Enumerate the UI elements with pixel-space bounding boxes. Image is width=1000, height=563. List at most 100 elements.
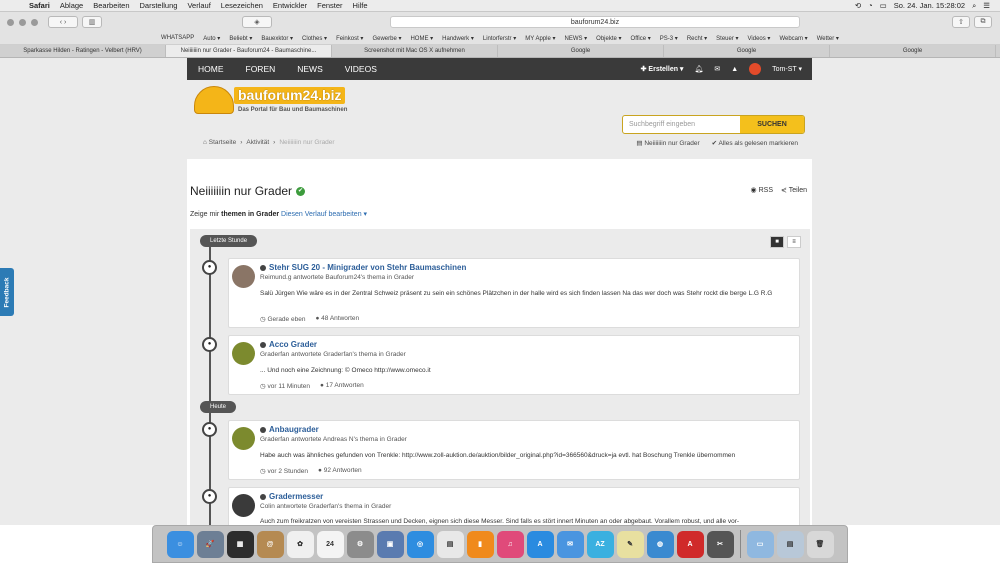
favorite-item[interactable]: Office ▾ xyxy=(631,35,651,42)
search-button[interactable]: SUCHEN xyxy=(740,116,804,133)
favorite-item[interactable]: Webcam ▾ xyxy=(779,35,807,42)
photos-icon[interactable]: ✿ xyxy=(286,530,314,558)
avatar[interactable] xyxy=(232,342,255,365)
acrobat-icon[interactable]: A xyxy=(676,530,704,558)
breadcrumb-home[interactable]: ⌂ Startseite xyxy=(203,139,236,146)
notes-icon[interactable]: ✎ xyxy=(616,530,644,558)
browser-tab[interactable]: Google xyxy=(498,45,664,57)
favorite-item[interactable]: Wetter ▾ xyxy=(817,35,839,42)
system-preferences-icon[interactable]: ⚙ xyxy=(346,530,374,558)
nav-videos[interactable]: VIDEOS xyxy=(334,64,388,74)
app-store-icon[interactable]: A xyxy=(526,530,554,558)
itunes-icon[interactable]: ♫ xyxy=(496,530,524,558)
favorite-item[interactable]: PS-3 ▾ xyxy=(660,35,678,42)
utility-icon[interactable]: ✂ xyxy=(706,530,734,558)
timestamp[interactable]: ◷ vor 11 Minuten xyxy=(260,382,310,390)
azuro-icon[interactable]: AZ xyxy=(586,530,614,558)
search-input[interactable]: Suchbegriff eingeben xyxy=(623,116,740,133)
menu-lesezeichen[interactable]: Lesezeichen xyxy=(216,1,268,10)
stream-item-title[interactable]: Gradermesser xyxy=(260,492,323,501)
feedback-tab[interactable]: Feedback xyxy=(0,268,14,316)
contacts-icon[interactable]: @ xyxy=(256,530,284,558)
favorite-item[interactable]: Videos ▾ xyxy=(748,35,771,42)
share-icon[interactable]: ⇧ xyxy=(952,16,970,28)
tabs-overview-icon[interactable]: ⧉ xyxy=(974,16,992,28)
safari-icon[interactable]: ◎ xyxy=(406,530,434,558)
nav-foren[interactable]: FOREN xyxy=(235,64,287,74)
books-icon[interactable]: ▮ xyxy=(466,530,494,558)
browser-tab[interactable]: Google xyxy=(830,45,996,57)
address-bar[interactable]: bauforum24.biz xyxy=(390,16,800,28)
timestamp[interactable]: ◷ vor 2 Stunden xyxy=(260,467,308,475)
trash-icon[interactable]: 🗑 xyxy=(806,530,834,558)
battery-icon[interactable]: ▭ xyxy=(880,1,887,10)
site-logo[interactable]: bauforum24.biz Das Portal für Bau und Ba… xyxy=(194,84,354,120)
favorite-item[interactable]: Bauexktor ▾ xyxy=(261,35,293,42)
user-avatar[interactable] xyxy=(749,63,762,75)
favorite-item[interactable]: Lintorferstr ▾ xyxy=(483,35,516,42)
folder-icon[interactable]: ▭ xyxy=(746,530,774,558)
wifi-icon[interactable]: ◔ xyxy=(868,1,873,10)
favorite-item[interactable]: Objekte ▾ xyxy=(596,35,621,42)
stream-item-title[interactable]: Acco Grader xyxy=(260,340,317,349)
favorite-item[interactable]: Auto ▾ xyxy=(203,35,220,42)
rss-link[interactable]: ◉ RSS xyxy=(751,186,773,194)
avatar[interactable] xyxy=(232,494,255,517)
time-machine-icon[interactable]: ⟲ xyxy=(855,1,861,10)
menu-darstellung[interactable]: Darstellung xyxy=(135,1,183,10)
avatar[interactable] xyxy=(232,265,255,288)
sidebar-toggle-icon[interactable]: ▥ xyxy=(82,16,102,28)
warning-icon[interactable]: ▲ xyxy=(731,66,738,73)
favorite-item[interactable]: Recht ▾ xyxy=(687,35,707,42)
create-menu[interactable]: ✚ Erstellen ▾ xyxy=(641,65,684,73)
favorite-item[interactable]: Beliebt ▾ xyxy=(229,35,252,42)
stream-link[interactable]: ▤ Neiiiiiiin nur Grader xyxy=(636,139,699,147)
user-menu[interactable]: Tom-ST ▾ xyxy=(772,65,802,73)
share-extension-icon[interactable]: ◈ xyxy=(242,16,272,28)
favorite-item[interactable]: WHATSAPP xyxy=(161,35,194,41)
messages-envelope-icon[interactable]: ✉ xyxy=(714,65,720,73)
menu-fenster[interactable]: Fenster xyxy=(312,1,347,10)
browser-tab[interactable]: Screenshot mit Mac OS X aufnehmen xyxy=(332,45,498,57)
mail-icon[interactable]: ✉ xyxy=(556,530,584,558)
launchpad-icon[interactable]: 🚀 xyxy=(196,530,224,558)
favorite-item[interactable]: NEWS ▾ xyxy=(564,35,587,42)
favorite-item[interactable]: Steuer ▾ xyxy=(716,35,738,42)
stream-item-title[interactable]: Stehr SUG 20 - Minigrader von Stehr Baum… xyxy=(260,263,466,272)
back-forward-button[interactable]: ‹ › xyxy=(48,16,78,28)
menu-verlauf[interactable]: Verlauf xyxy=(182,1,215,10)
menu-bearbeiten[interactable]: Bearbeiten xyxy=(88,1,134,10)
breadcrumb-activity[interactable]: Aktivität xyxy=(246,139,269,146)
edit-stream-link[interactable]: Diesen Verlauf bearbeiten ▾ xyxy=(279,211,367,218)
stream-item-title[interactable]: Anbaugrader xyxy=(260,425,319,434)
menu-ablage[interactable]: Ablage xyxy=(55,1,88,10)
spotlight-icon[interactable]: ⌕ xyxy=(972,1,976,11)
zoom-window-button[interactable] xyxy=(31,18,38,26)
menu-hilfe[interactable]: Hilfe xyxy=(348,1,373,10)
documents-icon[interactable]: ▤ xyxy=(776,530,804,558)
nav-news[interactable]: NEWS xyxy=(286,64,334,74)
favorite-item[interactable]: Clothes ▾ xyxy=(302,35,327,42)
close-window-button[interactable] xyxy=(7,18,14,26)
expanded-view-button[interactable]: ■ xyxy=(770,236,784,248)
globe-icon[interactable]: ◍ xyxy=(646,530,674,558)
favorite-item[interactable]: MY Apple ▾ xyxy=(525,35,555,42)
notifications-bell-icon[interactable]: 🔔︎ xyxy=(694,65,703,73)
finder-icon[interactable]: ☺ xyxy=(166,530,194,558)
favorite-item[interactable]: HOME ▾ xyxy=(410,35,433,42)
favorite-item[interactable]: Feinkost ▾ xyxy=(336,35,363,42)
mission-control-icon[interactable]: ▦ xyxy=(226,530,254,558)
calendar-icon[interactable]: 24 xyxy=(316,530,344,558)
preview-icon[interactable]: ▣ xyxy=(376,530,404,558)
minimize-window-button[interactable] xyxy=(19,18,26,26)
avatar[interactable] xyxy=(232,427,255,450)
mark-all-read-button[interactable]: ✔ Alles als gelesen markieren xyxy=(712,139,798,147)
nav-home[interactable]: HOME xyxy=(187,64,235,74)
menu-entwickler[interactable]: Entwickler xyxy=(268,1,312,10)
browser-tab[interactable]: Google xyxy=(664,45,830,57)
browser-tab[interactable]: Sparkasse Hilden - Ratingen - Velbert (H… xyxy=(0,45,166,57)
browser-tab-active[interactable]: Neiiiiiiin nur Grader - Bauforum24 - Bau… xyxy=(166,45,332,57)
menu-safari[interactable]: Safari xyxy=(24,1,55,10)
notification-center-icon[interactable]: ☰ xyxy=(983,1,990,10)
timestamp[interactable]: ◷ Gerade eben xyxy=(260,315,305,323)
